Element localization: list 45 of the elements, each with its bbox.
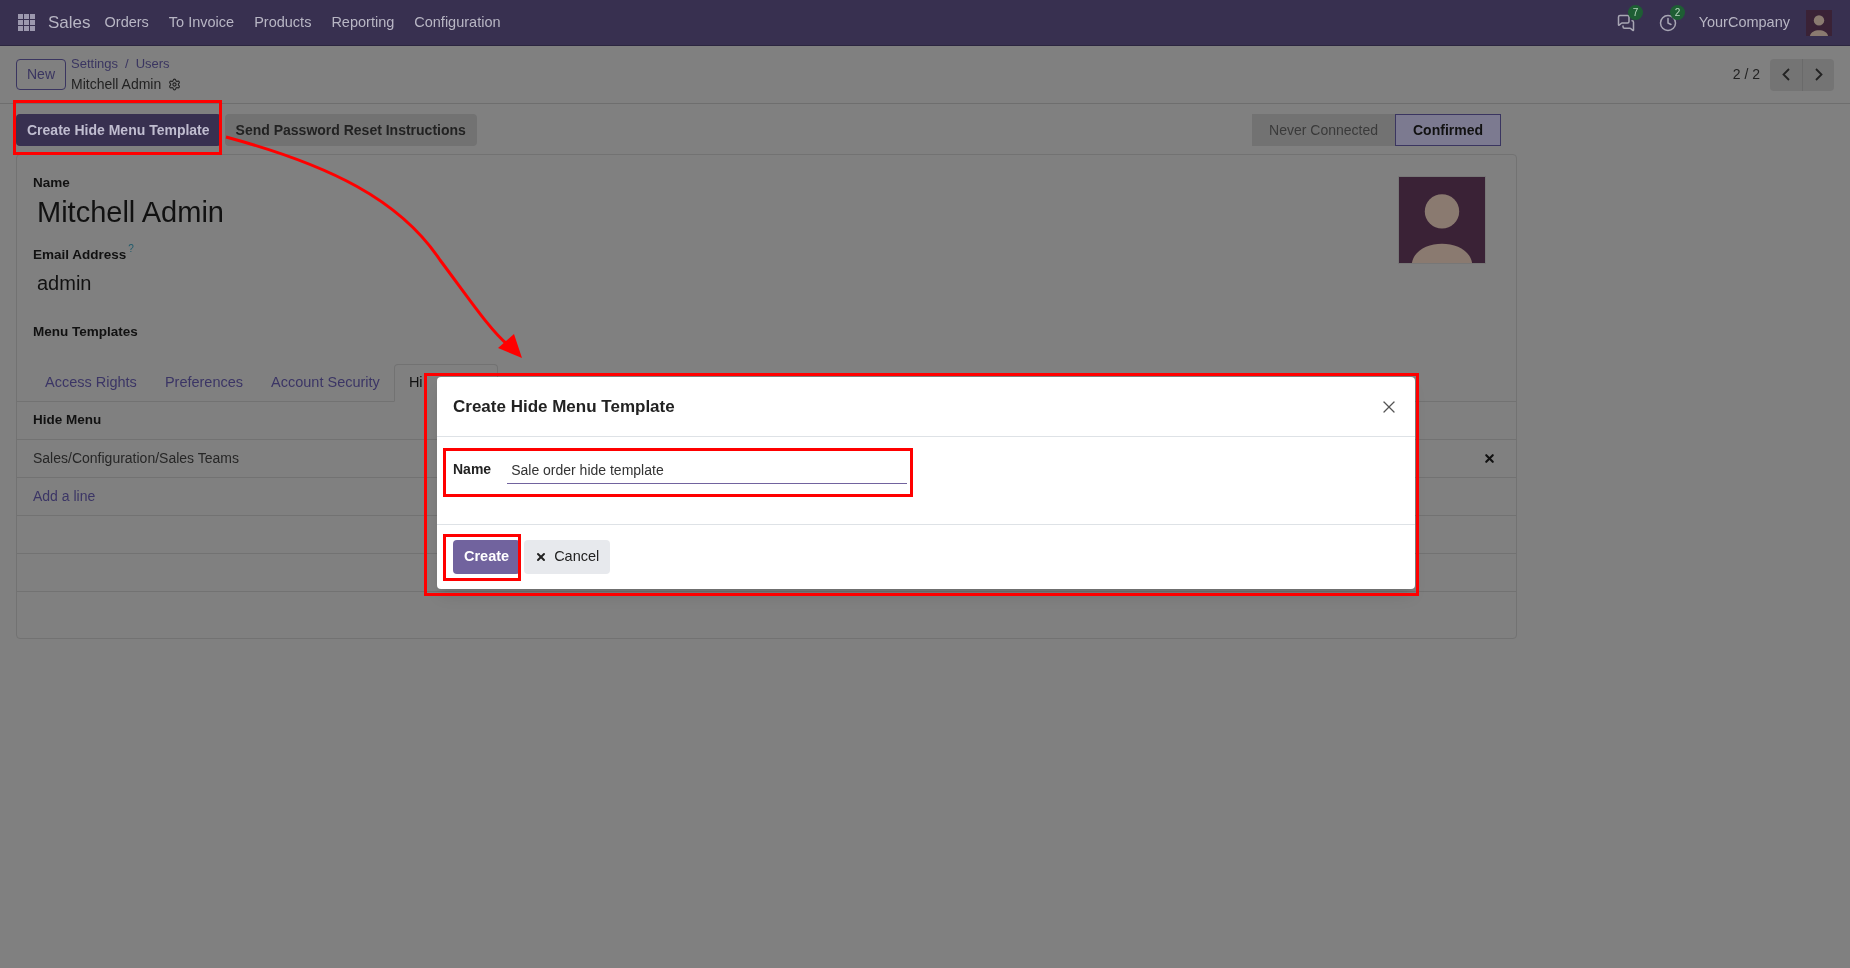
form-tab[interactable]: Access Rights (31, 363, 151, 402)
delete-icon[interactable] (1483, 451, 1496, 465)
field-label: Name (33, 174, 71, 192)
breadcrumb-link[interactable]: Settings (71, 54, 118, 74)
cancel-button[interactable]: Cancel (524, 540, 611, 574)
email-value: admin (37, 270, 93, 296)
form-tab[interactable]: Account Security (257, 363, 394, 402)
column-header: Hide Menu (33, 411, 102, 430)
menu-item[interactable]: Configuration (404, 11, 511, 34)
add-line-link[interactable]: Add a line (33, 485, 96, 507)
create-button[interactable]: Create (453, 540, 521, 574)
previous-button[interactable] (1770, 58, 1802, 91)
chat-icon[interactable] (1616, 13, 1635, 32)
status-step[interactable]: Confirmed (1395, 114, 1501, 146)
field-label: Email Address (33, 246, 127, 265)
action-button[interactable]: Create Hide Menu Template (16, 114, 221, 146)
app-grid-icon[interactable] (18, 14, 35, 31)
form-tab[interactable]: Preferences (150, 363, 258, 402)
user-avatar (1806, 9, 1832, 36)
field-label: Menu Templates (33, 322, 139, 341)
name-value: Mitchell Admin (37, 195, 225, 231)
new-button[interactable]: New (16, 59, 66, 90)
name-input[interactable]: Sale order hide template (507, 457, 908, 484)
settings-icon[interactable] (168, 77, 182, 91)
next-button[interactable] (1802, 58, 1834, 91)
menu-item[interactable]: Orders (94, 11, 159, 34)
action-button[interactable]: Send Password Reset Instructions (224, 114, 477, 146)
message-count-badge: 7 (1627, 4, 1644, 20)
menu-item[interactable]: To Invoice (158, 11, 245, 34)
company-name[interactable]: YourCompany (1698, 11, 1790, 34)
field-label: Name (453, 460, 492, 479)
activity-count-badge: 2 (1669, 4, 1686, 20)
cancel-icon (535, 551, 548, 563)
chevron-left-icon (1782, 68, 1790, 81)
chevron-right-icon (1814, 68, 1823, 81)
app-name[interactable]: Sales (48, 9, 91, 36)
clock-icon[interactable] (1658, 13, 1677, 32)
breadcrumb-separator: / (125, 55, 129, 74)
menu-item[interactable]: Products (244, 11, 322, 34)
record-title: Mitchell Admin (71, 74, 162, 94)
dialog-title: Create Hide Menu Template (453, 395, 675, 418)
table-cell-text: Sales/Configuration/Sales Teams (33, 448, 239, 468)
menu-item[interactable]: Reporting (321, 11, 405, 34)
breadcrumb-link[interactable]: Users (135, 54, 170, 74)
pager-value: 2 / 2 (1732, 65, 1760, 84)
